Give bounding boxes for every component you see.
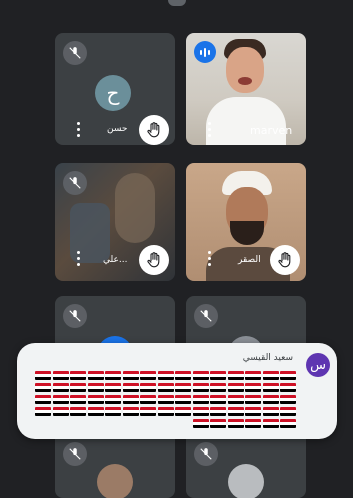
raised-hand-icon — [139, 245, 169, 275]
yemen-flag-emoji — [87, 383, 104, 392]
yemen-flag-emoji — [140, 371, 156, 380]
yemen-flag-emoji — [262, 371, 279, 380]
yemen-flag-emoji — [280, 395, 296, 404]
yemen-flag-emoji — [210, 371, 226, 380]
yemen-flag-emoji — [122, 371, 139, 380]
yemen-flag-emoji — [70, 371, 86, 380]
yemen-flag-emoji — [52, 407, 69, 416]
yemen-flag-emoji — [280, 419, 296, 428]
yemen-flag-emoji — [35, 371, 51, 380]
chat-message-toast[interactable]: س سعيد القيسي — [17, 343, 337, 439]
yemen-flag-emoji — [227, 371, 244, 380]
mic-off-icon — [63, 41, 87, 65]
yemen-flag-emoji — [280, 371, 296, 380]
mic-off-icon — [63, 171, 87, 195]
participant-tile-ali[interactable]: علي... — [55, 163, 175, 281]
avatar: ح — [95, 75, 131, 111]
more-options-icon[interactable] — [206, 122, 212, 137]
yemen-flag-emoji — [227, 395, 244, 404]
yemen-flag-emoji — [105, 395, 121, 404]
yemen-flag-emoji — [140, 383, 156, 392]
yemen-flag-emoji — [105, 371, 121, 380]
yemen-flag-emoji — [175, 371, 191, 380]
yemen-flag-emoji — [262, 395, 279, 404]
yemen-flag-emoji — [70, 395, 86, 404]
participant-name: حسن — [107, 124, 128, 134]
yemen-flag-emoji — [87, 371, 104, 380]
sender-avatar: س — [306, 353, 330, 377]
mic-off-icon — [194, 304, 218, 328]
yemen-flag-emoji — [227, 419, 244, 428]
yemen-flag-emoji — [245, 371, 261, 380]
yemen-flag-emoji — [52, 395, 69, 404]
more-options-icon[interactable] — [206, 251, 212, 266]
yemen-flag-emoji — [87, 407, 104, 416]
yemen-flag-emoji — [70, 407, 86, 416]
yemen-flag-emoji — [262, 419, 279, 428]
mic-off-icon — [63, 442, 87, 466]
mic-off-icon — [194, 442, 218, 466]
yemen-flag-emoji — [245, 407, 261, 416]
yemen-flag-emoji — [157, 395, 174, 404]
yemen-flag-emoji — [175, 407, 191, 416]
avatar — [97, 464, 133, 498]
raised-hand-icon — [139, 115, 169, 145]
yemen-flag-emoji — [227, 407, 244, 416]
raised-hand-icon — [270, 245, 300, 275]
mic-off-icon — [63, 304, 87, 328]
yemen-flag-emoji-icon — [35, 371, 301, 431]
yemen-flag-emoji — [262, 383, 279, 392]
yemen-flag-emoji — [105, 407, 121, 416]
yemen-flag-emoji — [122, 383, 139, 392]
speaking-indicator-icon — [194, 41, 216, 63]
yemen-flag-emoji — [175, 395, 191, 404]
yemen-flag-emoji — [262, 407, 279, 416]
sender-name: سعيد القيسي — [242, 353, 293, 363]
yemen-flag-emoji — [122, 395, 139, 404]
yemen-flag-emoji — [35, 383, 51, 392]
yemen-flag-emoji — [122, 407, 139, 416]
more-options-icon[interactable] — [75, 251, 81, 266]
avatar — [228, 464, 264, 498]
yemen-flag-emoji — [192, 407, 209, 416]
participant-name: علي... — [103, 255, 128, 265]
yemen-flag-emoji — [140, 395, 156, 404]
top-indicator — [168, 0, 186, 6]
yemen-flag-emoji — [280, 407, 296, 416]
yemen-flag-emoji — [52, 383, 69, 392]
yemen-flag-emoji — [140, 407, 156, 416]
yemen-flag-emoji — [245, 419, 261, 428]
participant-tile-marven[interactable]: marven — [186, 33, 306, 145]
yemen-flag-emoji — [210, 395, 226, 404]
yemen-flag-emoji — [35, 407, 51, 416]
yemen-flag-emoji — [105, 383, 121, 392]
yemen-flag-emoji — [210, 383, 226, 392]
yemen-flag-emoji — [70, 383, 86, 392]
yemen-flag-emoji — [210, 419, 226, 428]
more-options-icon[interactable] — [75, 122, 81, 137]
yemen-flag-emoji — [245, 383, 261, 392]
participant-tile-hassan[interactable]: ح حسن — [55, 33, 175, 145]
yemen-flag-emoji — [157, 371, 174, 380]
yemen-flag-emoji — [192, 371, 209, 380]
yemen-flag-emoji — [52, 371, 69, 380]
participant-tile-alsaqr[interactable]: الصقر — [186, 163, 306, 281]
yemen-flag-emoji — [157, 383, 174, 392]
yemen-flag-emoji — [35, 395, 51, 404]
yemen-flag-emoji — [192, 419, 209, 428]
participant-name: الصقر — [238, 255, 261, 265]
yemen-flag-emoji — [192, 395, 209, 404]
yemen-flag-emoji — [157, 407, 174, 416]
yemen-flag-emoji — [87, 395, 104, 404]
yemen-flag-emoji — [280, 383, 296, 392]
participant-name: marven — [250, 124, 293, 137]
yemen-flag-emoji — [227, 383, 244, 392]
yemen-flag-emoji — [210, 407, 226, 416]
yemen-flag-emoji — [175, 383, 191, 392]
yemen-flag-emoji — [192, 383, 209, 392]
yemen-flag-emoji — [245, 395, 261, 404]
